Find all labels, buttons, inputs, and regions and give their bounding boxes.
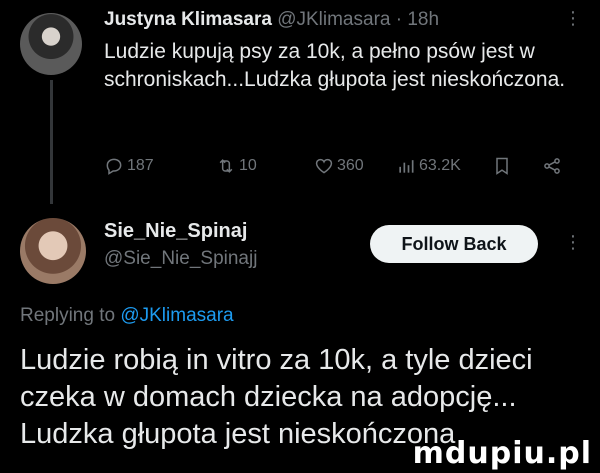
views-button[interactable]: 63.2K	[396, 156, 461, 176]
tweet1-actions: 187 10 360 63.2K	[104, 156, 580, 184]
reply-count: 187	[127, 157, 154, 174]
reply-icon	[106, 158, 122, 175]
share-icon	[544, 158, 560, 174]
tweet2-author-name[interactable]: Sie_Nie_Spinaj	[104, 220, 247, 243]
replying-to-mention[interactable]: @JKlimasara	[120, 305, 233, 326]
like-button[interactable]: 360	[314, 156, 364, 176]
tweet2-author-handle[interactable]: @Sie_Nie_Spinajj	[104, 248, 257, 270]
tweet1-author-name[interactable]: Justyna Klimasara	[104, 9, 272, 30]
views-count: 63.2K	[419, 157, 461, 174]
reply-button[interactable]: 187	[104, 156, 154, 176]
bookmark-icon	[496, 157, 508, 175]
avatar-justyna[interactable]	[20, 13, 82, 75]
repost-count: 10	[239, 157, 257, 174]
replying-to-prefix: Replying to	[20, 305, 116, 326]
watermark-logo: mdupiu.pl	[412, 436, 592, 471]
tweet2-more-icon[interactable]: ⋮	[564, 232, 582, 253]
replying-to-line: Replying to @JKlimasara	[20, 305, 234, 327]
tweet1-separator: ·	[395, 9, 403, 30]
heart-icon	[315, 158, 333, 174]
thread-connector	[50, 80, 53, 204]
like-count: 360	[337, 157, 364, 174]
views-bar-icon	[399, 160, 414, 173]
follow-back-button[interactable]: Follow Back	[370, 225, 538, 263]
repost-button[interactable]: 10	[216, 156, 257, 176]
avatar-sie-nie-spinaj[interactable]	[20, 218, 86, 284]
tweet1-header: Justyna Klimasara @JKlimasara · 18h	[104, 8, 439, 32]
bookmark-button[interactable]	[492, 156, 512, 176]
repost-icon	[219, 159, 233, 173]
tweet1-author-handle[interactable]: @JKlimasara	[277, 9, 390, 30]
tweet1-text: Ludzie kupują psy za 10k, a pełno psów j…	[104, 40, 566, 91]
tweet1-more-icon[interactable]: ⋮	[564, 8, 582, 29]
tweet1-time[interactable]: 18h	[407, 9, 439, 30]
share-button[interactable]	[542, 156, 562, 176]
